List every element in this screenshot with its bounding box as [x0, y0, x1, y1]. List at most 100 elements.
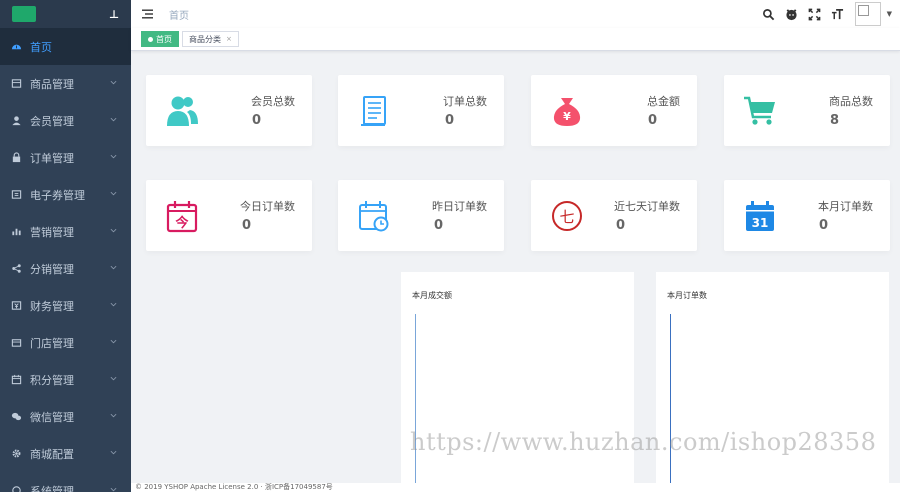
stat-value: 0 [819, 218, 829, 233]
footer: © 2019 YSHOP Apache License 2.0 · 浙ICP备1… [131, 483, 900, 492]
sidebar-item-label: 系统管理 [30, 484, 74, 492]
document-icon [356, 93, 392, 129]
calendar-glyph: 七 [559, 208, 574, 226]
sidebar-item-label: 营销管理 [30, 225, 74, 239]
chevron-down-icon [110, 486, 117, 492]
fullscreen-icon[interactable] [808, 7, 822, 21]
stat-card-orders[interactable]: 订单总数 0 [338, 75, 504, 146]
share-icon [10, 263, 22, 275]
chart-title: 本月订单数 [667, 291, 707, 300]
stat-value: 0 [445, 113, 455, 128]
stat-card-members[interactable]: 会员总数 0 [146, 75, 312, 146]
sidebar-item-label: 商城配置 [30, 447, 74, 461]
stat-value: 0 [252, 113, 262, 128]
calendar-glyph: 31 [752, 216, 769, 230]
sidebar-item-points[interactable]: 积分管理 [0, 361, 131, 398]
sidebar-item-stores[interactable]: 门店管理 [0, 324, 131, 361]
gear-icon [10, 448, 22, 460]
shopping-cart-icon [742, 93, 778, 129]
hamburger-icon[interactable] [142, 8, 154, 20]
stat-label: 本月订单数 [818, 200, 873, 213]
stat-label: 会员总数 [251, 95, 295, 108]
sidebar-item-home[interactable]: 首页 [0, 28, 131, 65]
navbar-actions: ▼ [753, 0, 892, 28]
dashboard-main: 会员总数 0 订单总数 0 ¥ 总金额 0 商品总数 8 今 今日订单数 0 昨… [131, 52, 900, 492]
stat-card-month-orders[interactable]: 31 本月订单数 0 [724, 180, 890, 251]
chart-y-axis [670, 314, 671, 484]
coupon-icon [10, 189, 22, 201]
lock-icon [10, 152, 22, 164]
stat-label: 今日订单数 [240, 200, 295, 213]
github-icon[interactable] [785, 7, 799, 21]
tag-goods-category[interactable]: 商品分类 × [182, 31, 239, 47]
stat-label: 近七天订单数 [614, 200, 680, 213]
sidebar-item-label: 财务管理 [30, 299, 74, 313]
stat-card-amount[interactable]: ¥ 总金额 0 [531, 75, 697, 146]
sidebar: ⊥ 首页 商品管理 会员管理 订单管理 电子券管理 营销管理 分销管理 财务管理… [0, 0, 131, 492]
stat-card-yesterday-orders[interactable]: 昨日订单数 0 [338, 180, 504, 251]
stat-card-goods[interactable]: 商品总数 8 [724, 75, 890, 146]
sidebar-item-members[interactable]: 会员管理 [0, 102, 131, 139]
system-icon [10, 485, 22, 492]
tag-label: 商品分类 [189, 34, 221, 44]
chevron-down-icon [110, 264, 117, 271]
sidebar-item-wechat[interactable]: 微信管理 [0, 398, 131, 435]
sidebar-item-mall-config[interactable]: 商城配置 [0, 435, 131, 472]
sidebar-item-system[interactable]: 系统管理 [0, 472, 131, 492]
sidebar-item-coupons[interactable]: 电子券管理 [0, 176, 131, 213]
text-size-icon[interactable] [831, 7, 845, 21]
sidebar-item-label: 会员管理 [30, 114, 74, 128]
avatar[interactable] [854, 2, 881, 26]
stat-label: 昨日订单数 [432, 200, 487, 213]
chevron-down-icon [110, 190, 117, 197]
chevron-down-icon [110, 301, 117, 308]
stat-value: 0 [648, 113, 658, 128]
sidebar-item-label: 商品管理 [30, 77, 74, 91]
chart-monthly-revenue: 本月成交额 [401, 272, 634, 492]
sidebar-item-finance[interactable]: 财务管理 [0, 287, 131, 324]
stat-label: 商品总数 [829, 95, 873, 108]
close-icon[interactable]: × [226, 35, 232, 43]
sidebar-item-label: 分销管理 [30, 262, 74, 276]
stat-value: 0 [242, 218, 252, 233]
tags-view: 首页 商品分类 × [131, 28, 900, 51]
tag-label: 首页 [156, 34, 172, 44]
tag-home[interactable]: 首页 [141, 31, 179, 47]
chevron-down-icon [110, 375, 117, 382]
breadcrumb[interactable]: 首页 [169, 7, 189, 22]
shop-icon [10, 78, 22, 90]
sidebar-item-label: 订单管理 [30, 151, 74, 165]
stat-value: 0 [434, 218, 444, 233]
chevron-down-icon [110, 338, 117, 345]
chevron-down-icon [110, 116, 117, 123]
sidebar-item-label: 积分管理 [30, 373, 74, 387]
caret-down-icon[interactable]: ▼ [887, 10, 892, 18]
chevron-down-icon [110, 449, 117, 456]
sidebar-item-goods[interactable]: 商品管理 [0, 65, 131, 102]
calendar-icon [10, 374, 22, 386]
sidebar-item-label: 门店管理 [30, 336, 74, 350]
chart-title: 本月成交额 [412, 291, 452, 300]
stat-label: 订单总数 [443, 95, 487, 108]
sidebar-item-label: 微信管理 [30, 410, 74, 424]
user-icon [10, 115, 22, 127]
wechat-icon [10, 411, 22, 423]
logo [12, 6, 36, 22]
sidebar-item-distribution[interactable]: 分销管理 [0, 250, 131, 287]
watermark: https://www.huzhan.com/ishop28358 [410, 428, 877, 456]
active-dot-icon [148, 36, 153, 42]
dashboard-icon [10, 41, 22, 53]
stat-card-today-orders[interactable]: 今 今日订单数 0 [146, 180, 312, 251]
chevron-down-icon [110, 227, 117, 234]
stat-label: 总金额 [647, 95, 680, 108]
sidebar-item-marketing[interactable]: 营销管理 [0, 213, 131, 250]
search-icon[interactable] [762, 7, 776, 21]
sidebar-item-label: 首页 [30, 40, 52, 54]
sidebar-item-orders[interactable]: 订单管理 [0, 139, 131, 176]
stat-card-seven-day-orders[interactable]: 七 近七天订单数 0 [531, 180, 697, 251]
chart-y-axis [415, 314, 416, 484]
sidebar-header: ⊥ [0, 0, 131, 28]
chevron-down-icon [110, 153, 117, 160]
chevron-down-icon [110, 79, 117, 86]
pin-icon[interactable]: ⊥ [109, 8, 119, 21]
